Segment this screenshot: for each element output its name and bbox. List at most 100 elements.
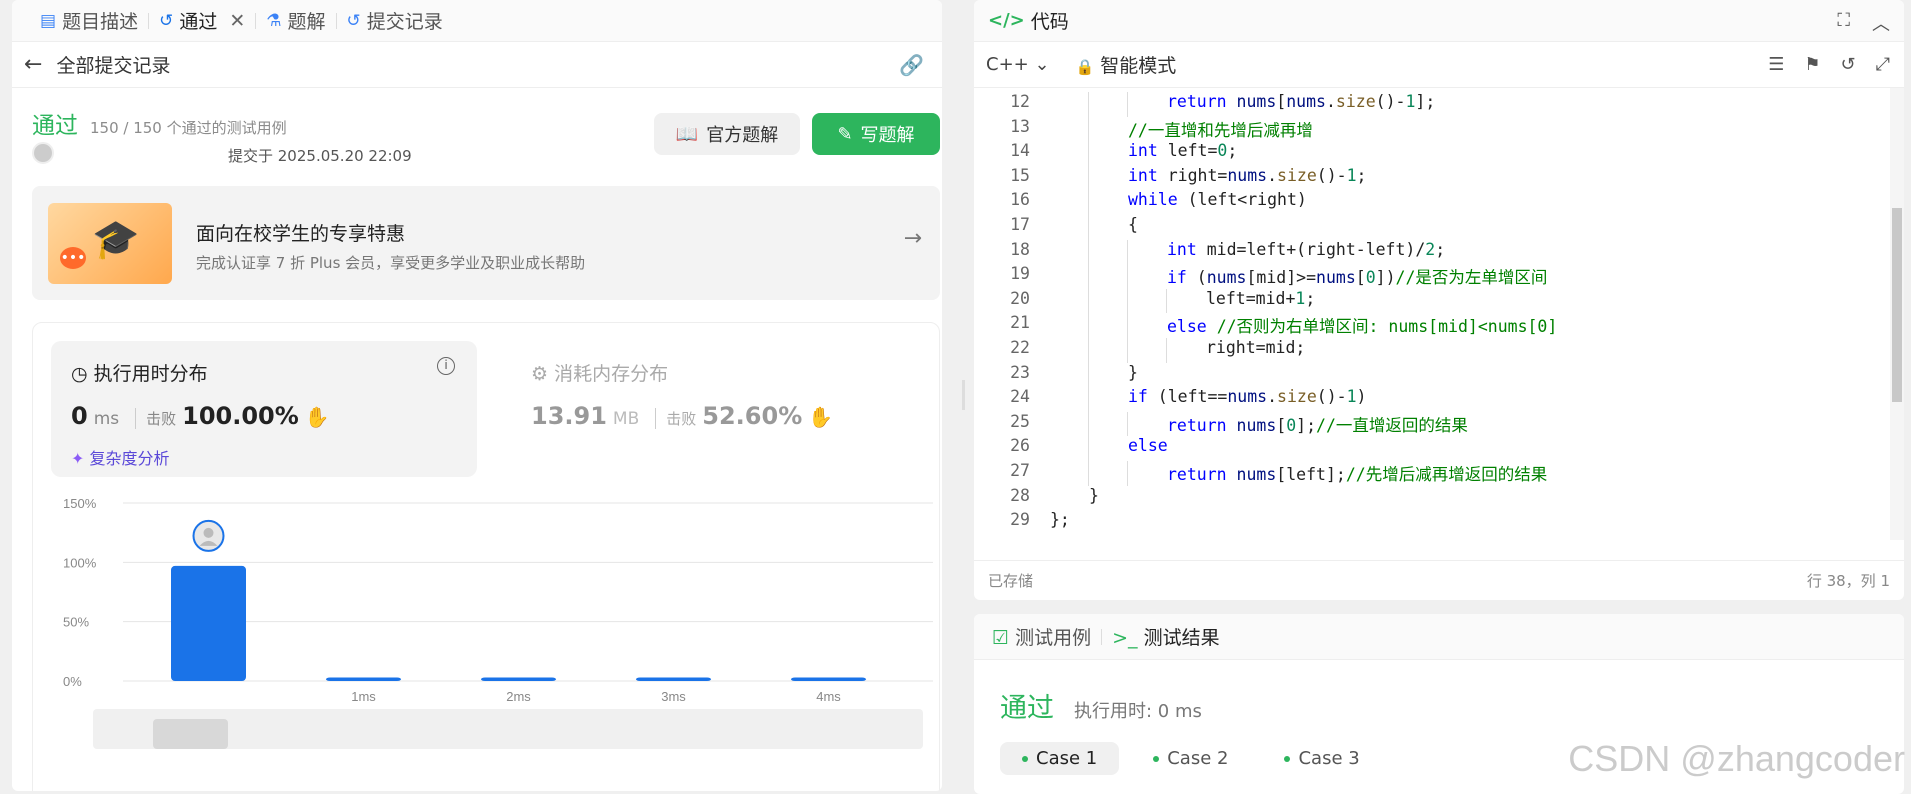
result-runtime: 执行用时: 0 ms <box>1074 701 1202 722</box>
write-solution-button[interactable]: ✎ 写题解 <box>812 113 940 155</box>
code-line[interactable]: //一直增和先增后减再增 <box>1128 117 1313 141</box>
bar[interactable] <box>481 677 556 681</box>
cursor-position: 行 38，列 1 <box>1806 572 1890 590</box>
clock-icon: ◷ <box>71 363 88 385</box>
format-icon[interactable]: ☰ <box>1768 54 1784 75</box>
tab-solutions[interactable]: ⚗ 题解 <box>256 7 335 34</box>
indent-guide <box>1127 338 1128 363</box>
bar[interactable] <box>636 677 711 681</box>
memory-card[interactable]: ⚙ 消耗内存分布 13.91 MB 击败 52.60% ✋ <box>511 341 937 477</box>
reset-icon[interactable]: ↺ <box>1841 54 1856 75</box>
cases-passed: 150 / 150 个通过的测试用例 <box>90 119 287 137</box>
complexity-analysis-link[interactable]: ✦ 复杂度分析 <box>71 445 170 469</box>
line-number: 18 <box>1010 239 1030 259</box>
tab-testcase[interactable]: ☑ 测试用例 <box>992 623 1091 650</box>
link-icon[interactable]: 🔗 <box>899 53 924 77</box>
bar[interactable] <box>326 677 401 681</box>
indent-guide <box>1127 239 1128 265</box>
code-line[interactable]: int right=nums.size()-1; <box>1128 166 1366 185</box>
language-label: C++ <box>986 54 1029 75</box>
bar[interactable] <box>791 677 866 681</box>
history-icon: ↺ <box>159 10 174 31</box>
indent-guide <box>1088 116 1089 142</box>
indent-guide <box>1127 288 1128 314</box>
code-line[interactable]: { <box>1128 215 1138 234</box>
language-select[interactable]: C++ ⌄ <box>986 54 1050 75</box>
line-number: 16 <box>1010 190 1030 210</box>
line-number: 26 <box>1010 436 1030 456</box>
edit-icon: ✎ <box>837 123 853 145</box>
chevron-down-icon: ⌄ <box>1034 54 1050 75</box>
submission-panel: ▤ 题目描述 ↺ 通过 ✕ ⚗ 题解 ↺ 提交记录 ← 全部提交记录 🔗 通过 … <box>12 0 942 791</box>
bar[interactable] <box>171 565 246 681</box>
back-arrow-icon[interactable]: ← <box>24 52 42 77</box>
all-submissions-link[interactable]: 全部提交记录 <box>56 51 170 78</box>
line-number: 28 <box>1010 485 1030 505</box>
doc-icon: ▤ <box>40 10 57 31</box>
test-tab-bar: ☑ 测试用例 >_ 测试结果 <box>974 614 1904 660</box>
tab-submissions[interactable]: ↺ 提交记录 <box>337 7 453 34</box>
code-line[interactable]: left=mid+1; <box>1206 289 1315 308</box>
close-icon[interactable]: ✕ <box>229 10 245 32</box>
indent-guide <box>1127 313 1128 338</box>
pass-dot <box>1022 755 1028 762</box>
scrollbar-thumb[interactable] <box>1892 208 1902 402</box>
code-line[interactable]: int left=0; <box>1128 141 1237 160</box>
expand-icon[interactable]: ⤢ <box>1876 54 1890 75</box>
pass-dot <box>1284 755 1291 762</box>
code-editor[interactable]: 12 return nums[nums.size()-1]; 13 //一直增和先增后… <box>974 88 1890 540</box>
code-line[interactable]: return nums[nums.size()-1]; <box>1167 92 1435 111</box>
runtime-distribution-chart[interactable]: 0% 50% 100% 150% 1ms 2ms 3ms 4ms <box>33 483 941 791</box>
tab-accepted[interactable]: ↺ 通过 ✕ <box>149 7 255 34</box>
editor-scrollbar[interactable] <box>1890 88 1904 540</box>
runtime-card[interactable]: ◷ 执行用时分布 i 0 ms 击败 100.00% ✋ ✦ 复杂度分析 <box>51 341 477 477</box>
student-promo-banner[interactable]: ••• 🎓 面向在校学生的专享特惠 完成认证享 7 折 Plus 会员，享受更多… <box>32 186 940 300</box>
chip-icon: ⚙ <box>531 363 549 385</box>
code-line[interactable]: } <box>1128 363 1138 382</box>
indent-guide <box>1088 239 1089 265</box>
x-tick-label: 2ms <box>506 689 531 704</box>
code-line[interactable]: return nums[0];//一直增返回的结果 <box>1167 412 1468 436</box>
line-number: 12 <box>1010 92 1030 111</box>
case-tab-1[interactable]: Case 1 <box>1000 742 1120 775</box>
editor-title: 代码 <box>1030 11 1069 33</box>
indent-guide <box>1088 288 1089 314</box>
official-solution-button[interactable]: 📖 官方题解 <box>654 113 800 155</box>
line-number: 21 <box>1010 313 1030 333</box>
indent-guide <box>1088 141 1089 166</box>
code-line[interactable]: } <box>1089 486 1099 505</box>
code-line[interactable]: else //否则为右单增区间: nums[mid]<nums[0] <box>1167 313 1557 337</box>
subheader: ← 全部提交记录 🔗 <box>12 42 942 88</box>
editor-panel: </> 代码 ⛶ ︿ C++ ⌄ 🔒 智能模式 ☰ ⚑ ↺ ⤢ 12 return… <box>974 0 1904 600</box>
code-line[interactable]: right=mid; <box>1206 338 1305 357</box>
indent-guide <box>1127 92 1128 117</box>
collapse-icon[interactable]: ︿ <box>1872 10 1890 36</box>
code-line[interactable]: if (left==nums.size()-1) <box>1128 387 1366 406</box>
avatar[interactable] <box>32 142 54 164</box>
save-status: 已存储 <box>988 572 1034 590</box>
bookmark-icon[interactable]: ⚑ <box>1804 54 1820 75</box>
code-line[interactable]: if (nums[mid]>=nums[0])//是否为左单增区间 <box>1167 264 1547 288</box>
code-line[interactable]: else <box>1128 436 1168 455</box>
info-icon[interactable]: i <box>437 357 455 375</box>
tab-label: 通过 <box>179 11 218 33</box>
indent-guide <box>1166 288 1167 314</box>
indent-guide <box>1088 387 1089 412</box>
tab-test-result[interactable]: >_ 测试结果 <box>1112 623 1219 650</box>
tab-label: 测试用例 <box>1015 627 1092 649</box>
case-tabs: Case 1 Case 2 Case 3 <box>1000 742 1382 775</box>
history-icon: ↺ <box>346 10 361 31</box>
code-line[interactable]: }; <box>1050 510 1070 529</box>
indent-guide <box>1088 436 1089 461</box>
case-tab-3[interactable]: Case 3 <box>1262 742 1381 775</box>
fullscreen-icon[interactable]: ⛶ <box>1837 10 1850 36</box>
arrow-right-icon[interactable]: → <box>904 226 922 251</box>
code-line[interactable]: return nums[left];//先增后减再增返回的结果 <box>1167 461 1547 485</box>
indent-guide <box>1088 165 1089 191</box>
panel-resize-handle[interactable] <box>962 380 965 410</box>
tab-description[interactable]: ▤ 题目描述 <box>30 7 148 34</box>
code-line[interactable]: int mid=left+(right-left)/2; <box>1167 240 1445 259</box>
case-tab-2[interactable]: Case 2 <box>1131 742 1250 775</box>
smart-mode-toggle[interactable]: 🔒 智能模式 <box>1076 51 1177 78</box>
code-line[interactable]: while (left<right) <box>1128 190 1307 209</box>
